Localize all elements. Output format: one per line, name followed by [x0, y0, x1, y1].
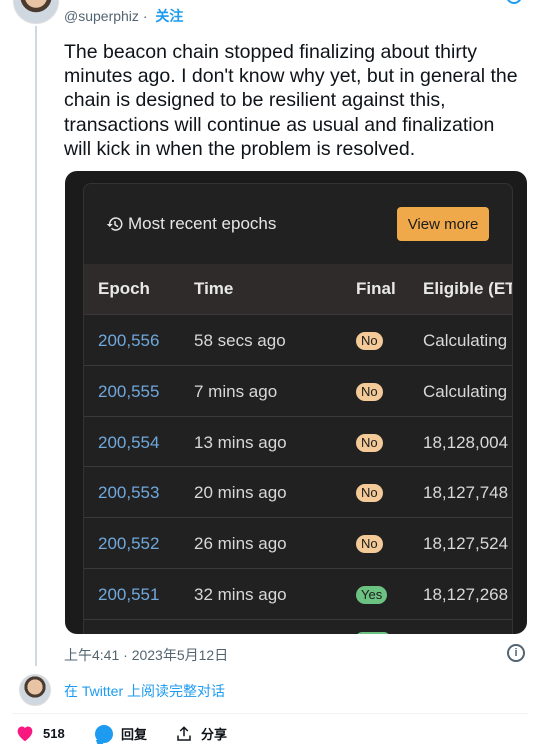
- author-handle-line: @superphiz · 关注: [64, 6, 183, 26]
- table-row: 200,555 7 mins ago No Calculating: [84, 364, 512, 416]
- table-row: 200,554 13 mins ago No 18,128,004: [84, 415, 512, 467]
- reply-button[interactable]: 回复: [95, 724, 147, 743]
- info-icon[interactable]: i: [507, 644, 525, 662]
- eligible-value: 18,127,748: [423, 483, 509, 503]
- tweet-timestamp[interactable]: 上午4:41 · 2023年5月12日: [64, 645, 228, 665]
- epoch-link: 200,556: [98, 331, 160, 350]
- page-top-edge: [0, 0, 548, 4]
- tweet-text: The beacon chain stopped finalizing abou…: [64, 41, 518, 160]
- table-row-partial: [84, 618, 512, 634]
- epochs-card: Most recent epochs View more Epoch Time …: [83, 183, 513, 634]
- final-status-badge: No: [356, 332, 383, 350]
- share-icon: [177, 725, 191, 741]
- share-button[interactable]: 分享: [175, 724, 227, 743]
- eligible-value: 18,128,004: [423, 432, 509, 452]
- column-header-eligible: Eligible (ET: [423, 279, 513, 298]
- table-row: 200,551 32 mins ago Yes 18,127,268: [84, 567, 512, 619]
- reply-bubble-icon: [95, 724, 113, 743]
- column-header-final: Final: [356, 279, 396, 298]
- heart-icon: [17, 726, 33, 742]
- table-row: 200,556 58 secs ago No Calculating: [84, 314, 512, 365]
- eligible-value: Calculating: [423, 331, 508, 350]
- handle-separator: ·: [142, 8, 148, 24]
- final-status-badge: No: [356, 382, 383, 401]
- epoch-link: 200,554: [98, 432, 160, 452]
- epochs-title: Most recent epochs: [106, 214, 276, 234]
- eligible-value: 18,127,524: [423, 534, 509, 554]
- column-header-epoch: Epoch: [98, 279, 150, 298]
- tweet-media-image[interactable]: Most recent epochs View more Epoch Time …: [65, 171, 527, 634]
- epoch-link: 200,552: [98, 534, 160, 554]
- eligible-value: Calculating: [423, 381, 508, 401]
- epochs-table-header: Epoch Time Final Eligible (ET: [84, 264, 513, 314]
- author-handle[interactable]: @superphiz: [64, 8, 139, 24]
- epoch-time: 32 mins ago: [194, 584, 287, 604]
- epoch-link: 200,555: [98, 381, 160, 401]
- divider: [12, 713, 528, 714]
- final-status-badge: No: [356, 535, 383, 554]
- like-count: 518: [43, 725, 65, 741]
- epochs-table-body: 200,556 58 secs ago No Calculating 200,5…: [84, 314, 512, 634]
- final-status-badge: No: [356, 484, 383, 503]
- avatar[interactable]: [13, 0, 59, 24]
- table-row: 200,552 26 mins ago No 18,127,524: [84, 517, 512, 568]
- table-row: 200,553 20 mins ago No 18,127,748: [84, 466, 512, 517]
- history-icon: [106, 217, 123, 231]
- reply-label: 回复: [121, 727, 148, 742]
- epoch-time: 13 mins ago: [194, 432, 287, 452]
- epoch-time: 58 secs ago: [194, 331, 286, 350]
- eligible-value: 18,127,268: [423, 584, 509, 604]
- final-status-badge: No: [356, 433, 383, 452]
- avatar-small[interactable]: [19, 674, 51, 706]
- epoch-link: 200,551: [98, 584, 160, 604]
- epoch-time: 26 mins ago: [194, 534, 287, 554]
- read-full-thread-link[interactable]: 在 Twitter 上阅读完整对话: [64, 681, 225, 701]
- follow-button[interactable]: 关注: [155, 8, 183, 24]
- view-more-button[interactable]: View more: [397, 207, 489, 241]
- epoch-link: 200,553: [98, 483, 160, 503]
- epochs-title-text: Most recent epochs: [128, 214, 277, 233]
- thread-connector-line: [35, 26, 37, 666]
- like-button[interactable]: 518: [15, 724, 65, 742]
- final-status-badge-partial: [356, 631, 390, 634]
- final-status-badge: Yes: [356, 585, 388, 604]
- epoch-time: 7 mins ago: [194, 381, 278, 401]
- column-header-time: Time: [194, 279, 234, 298]
- share-label: 分享: [201, 727, 228, 742]
- epochs-card-header: Most recent epochs View more: [84, 184, 512, 264]
- epoch-time: 20 mins ago: [194, 483, 287, 503]
